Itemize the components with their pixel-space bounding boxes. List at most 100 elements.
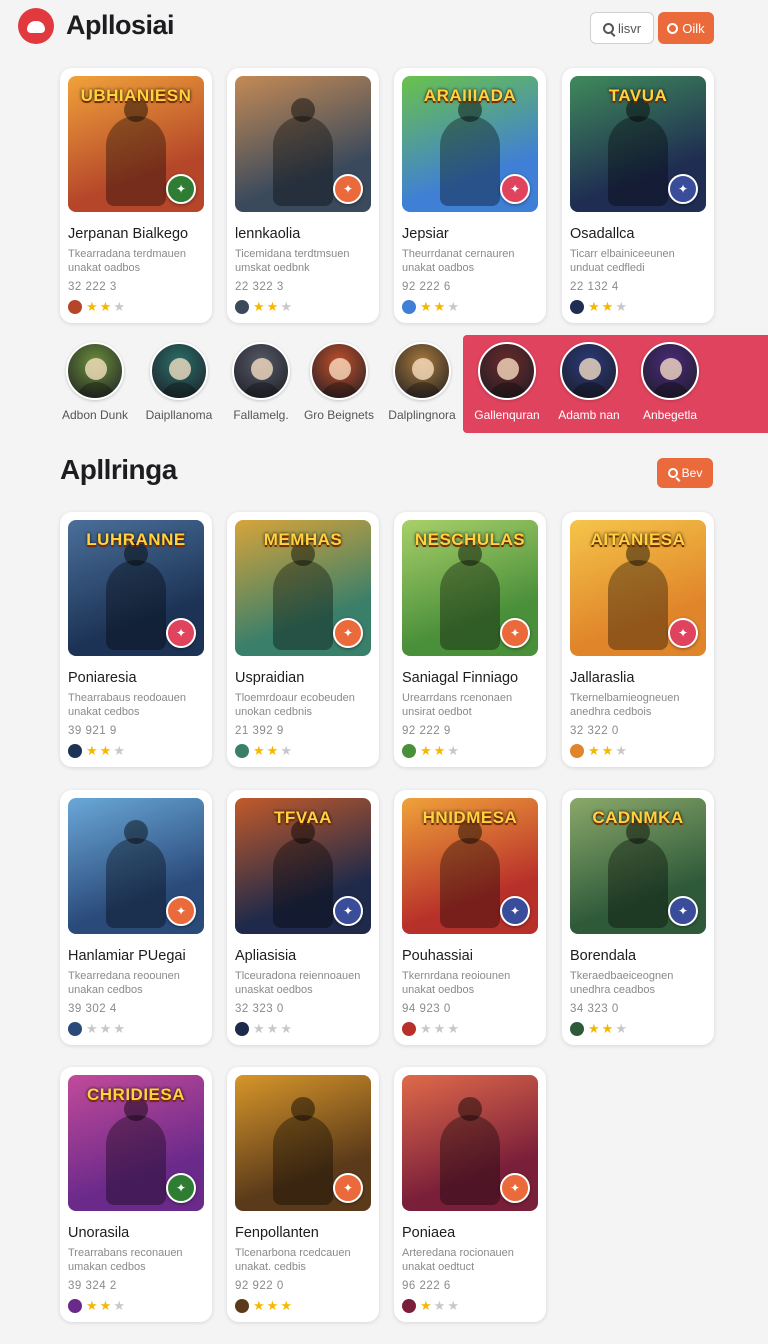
- card-title: Fenpollanten: [235, 1225, 319, 1241]
- star-icon: ★: [447, 1021, 459, 1036]
- app-thumbnail[interactable]: NESCHULAS ✦: [402, 520, 538, 656]
- developer-avatar: [570, 300, 584, 314]
- star-icon: ★: [447, 299, 459, 314]
- avatar-label: Anbegetla: [642, 408, 698, 422]
- developer-avatar: [402, 1299, 416, 1313]
- app-card[interactable]: TAVUA ✦ Osadallca Ticarr elbainiceeunen und…: [562, 68, 714, 323]
- card-description: Tkernelbamieogneuen anedhra cedbois: [570, 692, 680, 718]
- card-title: Osadallca: [570, 226, 635, 242]
- app-card[interactable]: ✦ Fenpollanten Tlcenarbona rcedcauen unaka…: [227, 1067, 379, 1322]
- app-thumbnail[interactable]: CHRIDIESA ✦: [68, 1075, 204, 1211]
- thumbnail-caption: AITANIESA: [590, 530, 686, 549]
- app-thumbnail[interactable]: TFVAA ✦: [235, 798, 371, 934]
- card-stats: 39 302 4: [68, 1003, 117, 1015]
- category-badge-icon: ✦: [333, 1173, 363, 1203]
- avatar-item[interactable]: Adamb nan: [544, 342, 634, 422]
- app-card[interactable]: ✦ Poniaea Arteredana rocionauen unakat oed…: [394, 1067, 546, 1322]
- app-thumbnail[interactable]: ✦: [235, 76, 371, 212]
- card-description: Tlcenarbona rcedcauen unakat. cedbis: [235, 1247, 351, 1273]
- category-badge-icon: ✦: [668, 896, 698, 926]
- action-button-label: Oilk: [682, 20, 705, 36]
- star-rating: ★ ★ ★: [235, 1298, 371, 1314]
- star-rating: ★ ★ ★: [235, 299, 371, 315]
- app-thumbnail[interactable]: LUHRANNE ✦: [68, 520, 204, 656]
- avatar-label: Daipllanoma: [145, 408, 213, 422]
- action-button[interactable]: Oilk: [658, 12, 714, 44]
- star-icon: ★: [433, 1298, 446, 1313]
- star-icon: ★: [253, 1021, 265, 1036]
- star-icon: ★: [433, 299, 446, 314]
- star-icon: ★: [113, 299, 125, 314]
- character-art: [273, 98, 333, 206]
- avatar-item[interactable]: Anbegetla: [625, 342, 715, 422]
- avatar-label: Adamb nan: [558, 408, 620, 422]
- app-card[interactable]: CADNMKA ✦ Borendala Tkeraedbaeiceognen uned…: [562, 790, 714, 1045]
- avatar-image: [478, 342, 536, 400]
- app-card[interactable]: TFVAA ✦ Apliasisia Tlceuradona reiennoauen …: [227, 790, 379, 1045]
- app-thumbnail[interactable]: ✦: [235, 1075, 371, 1211]
- card-title: Borendala: [570, 948, 637, 964]
- card-description: Theurrdanat cernauren unakat oadbos: [402, 248, 515, 274]
- avatar-item[interactable]: Daipllanoma: [134, 342, 224, 422]
- card-stats: 39 921 9: [68, 725, 117, 737]
- star-icon: ★: [113, 1021, 125, 1036]
- star-rating: ★ ★ ★: [402, 1298, 538, 1314]
- card-stats: 94 923 0: [402, 1003, 451, 1015]
- app-card[interactable]: ARAIIIADA ✦ Jepsiar Theurrdanat cernauren u…: [394, 68, 546, 323]
- card-description: Tkearradana terdmauen unakat oadbos: [68, 248, 187, 274]
- star-icon: ★: [601, 743, 614, 758]
- search-button[interactable]: lisvr: [590, 12, 654, 44]
- category-badge-icon: ✦: [333, 174, 363, 204]
- app-thumbnail[interactable]: ARAIIIADA ✦: [402, 76, 538, 212]
- app-thumbnail[interactable]: ✦: [402, 1075, 538, 1211]
- star-rating: ★ ★ ★: [570, 1021, 706, 1037]
- card-title: Jepsiar: [402, 226, 449, 242]
- card-stats: 92 222 9: [402, 725, 451, 737]
- card-description: Trearrabans reconauen umakan cedbos: [68, 1247, 183, 1273]
- app-card[interactable]: NESCHULAS ✦ Saniagal Finniago Urearrdans rc…: [394, 512, 546, 767]
- app-card[interactable]: ✦ lennkaolia Ticemidana terdtmsuen umskat …: [227, 68, 379, 323]
- avatar-image: [310, 342, 368, 400]
- section-search-button[interactable]: Bev: [657, 458, 713, 488]
- app-thumbnail[interactable]: TAVUA ✦: [570, 76, 706, 212]
- thumbnail-caption: NESCHULAS: [414, 530, 526, 549]
- avatar-item[interactable]: Gro Beignets: [294, 342, 384, 422]
- app-card[interactable]: ✦ Hanlamiar PUegai Tkearredana reoounen un…: [60, 790, 212, 1045]
- app-thumbnail[interactable]: ✦: [68, 798, 204, 934]
- star-rating: ★ ★ ★: [402, 1021, 538, 1037]
- star-icon: ★: [615, 299, 627, 314]
- category-badge-icon: ✦: [166, 618, 196, 648]
- avatar-item[interactable]: Adbon Dunk: [50, 342, 140, 422]
- avatar-image: [560, 342, 618, 400]
- app-thumbnail[interactable]: MEMHAS ✦: [235, 520, 371, 656]
- card-description: Ticemidana terdtmsuen umskat oedbnk: [235, 248, 350, 274]
- app-thumbnail[interactable]: CADNMKA ✦: [570, 798, 706, 934]
- star-rating: ★ ★ ★: [570, 299, 706, 315]
- star-icon: ★: [253, 299, 265, 314]
- category-badge-icon: ✦: [333, 618, 363, 648]
- search-icon: [602, 22, 614, 34]
- card-description: Tkeraedbaeiceognen unedhra ceadbos: [570, 970, 674, 996]
- card-stats: 96 222 6: [402, 1280, 451, 1292]
- avatar-item[interactable]: Gallenquran: [462, 342, 552, 422]
- app-card[interactable]: LUHRANNE ✦ Poniaresia Thearrabaus reodoauen…: [60, 512, 212, 767]
- star-rating: ★ ★ ★: [402, 743, 538, 759]
- developer-avatar: [68, 1299, 82, 1313]
- developer-avatar: [235, 1299, 249, 1313]
- card-stats: 34 323 0: [570, 1003, 619, 1015]
- avatar-item[interactable]: Fallamelg.: [216, 342, 306, 422]
- app-thumbnail[interactable]: UBHIANIESN ✦: [68, 76, 204, 212]
- app-card[interactable]: HNIDMESA ✦ Pouhassiai Tkernrdana reoiounen …: [394, 790, 546, 1045]
- app-card[interactable]: UBHIANIESN ✦ Jerpanan Bialkego Tkearradana …: [60, 68, 212, 323]
- avatar-item[interactable]: Dalplingnora: [377, 342, 467, 422]
- app-logo-icon: [18, 8, 54, 44]
- category-badge-icon: ✦: [500, 1173, 530, 1203]
- app-thumbnail[interactable]: HNIDMESA ✦: [402, 798, 538, 934]
- app-thumbnail[interactable]: AITANIESA ✦: [570, 520, 706, 656]
- card-stats: 32 222 3: [68, 281, 117, 293]
- app-card[interactable]: AITANIESA ✦ Jallaraslia Tkernelbamieogneuen…: [562, 512, 714, 767]
- app-card[interactable]: CHRIDIESA ✦ Unorasila Trearrabans reconauen…: [60, 1067, 212, 1322]
- app-card[interactable]: MEMHAS ✦ Uspraidian Tloemrdoaur ecobeuden u…: [227, 512, 379, 767]
- character-art: [440, 1097, 500, 1205]
- card-title: lennkaolia: [235, 226, 301, 242]
